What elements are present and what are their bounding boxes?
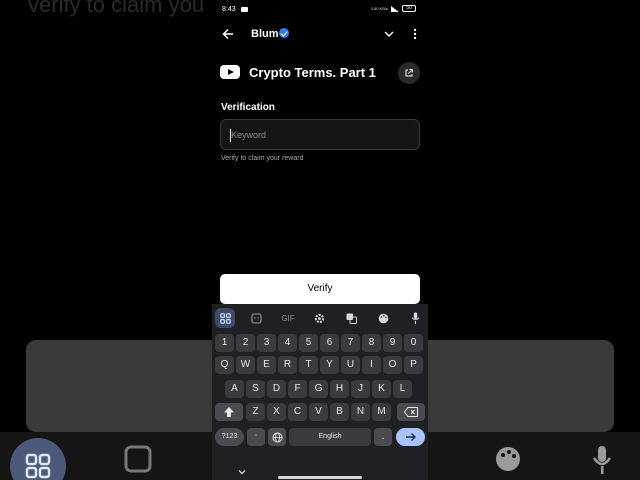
translate-icon[interactable] <box>341 308 361 328</box>
mic-icon[interactable] <box>405 308 425 328</box>
space-key[interactable]: English <box>289 428 371 446</box>
key-r[interactable]: R <box>278 356 297 374</box>
symbols-key[interactable]: ?123 <box>215 428 244 446</box>
verification-label: Verification <box>221 102 275 113</box>
key-a[interactable]: A <box>225 380 244 398</box>
key-o[interactable]: O <box>383 356 402 374</box>
background-palette-icon <box>480 438 536 480</box>
key-0[interactable]: 0 <box>404 334 423 352</box>
key-c[interactable]: C <box>288 403 307 421</box>
arrow-right-icon <box>405 433 416 441</box>
key-b[interactable]: B <box>330 403 349 421</box>
open-link-button[interactable] <box>398 62 420 84</box>
battery-icon: 50 <box>402 5 416 12</box>
key-k[interactable]: K <box>372 380 391 398</box>
key-l[interactable]: L <box>393 380 412 398</box>
key-e[interactable]: E <box>257 356 276 374</box>
key-q[interactable]: Q <box>215 356 234 374</box>
sticker-icon[interactable] <box>246 308 266 328</box>
home-indicator[interactable] <box>278 476 362 479</box>
key-n[interactable]: N <box>351 403 370 421</box>
key-2[interactable]: 2 <box>236 334 255 352</box>
chevron-down-icon[interactable] <box>383 27 395 39</box>
gif-button[interactable]: GIF <box>278 308 298 328</box>
middle-letter-row: A S D F G H J K L <box>212 380 428 398</box>
key-p[interactable]: P <box>404 356 423 374</box>
key-s[interactable]: S <box>246 380 265 398</box>
task-title-row: Crypto Terms. Part 1 <box>220 62 420 84</box>
video-frame: verify to claim you 8:43 3.80 KB/s 50 Bl… <box>0 0 640 480</box>
phone-screen: 8:43 3.80 KB/s 50 Blum Crypto Terms. Par… <box>212 0 428 480</box>
globe-icon <box>272 432 282 443</box>
key-4[interactable]: 4 <box>278 334 297 352</box>
key-1[interactable]: 1 <box>215 334 234 352</box>
function-row: ?123 , English . <box>212 428 428 446</box>
camera-icon <box>241 7 248 12</box>
keyboard-toolbar: GIF <box>212 308 428 328</box>
key-f[interactable]: F <box>288 380 307 398</box>
background-echo-text: verify to claim you <box>28 0 205 17</box>
external-link-icon <box>405 69 413 77</box>
bottom-letter-row: Z X C V B N M <box>212 403 428 421</box>
hide-keyboard-chevron-icon[interactable] <box>237 464 247 475</box>
apps-icon[interactable] <box>215 308 235 328</box>
more-options-icon[interactable] <box>409 27 421 41</box>
key-j[interactable]: J <box>351 380 370 398</box>
keyword-field[interactable] <box>220 119 420 150</box>
signal-icon <box>391 5 399 12</box>
key-d[interactable]: D <box>267 380 286 398</box>
verification-hint: Verify to claim your reward <box>221 155 304 162</box>
key-g[interactable]: G <box>309 380 328 398</box>
shift-icon <box>224 407 234 417</box>
key-m[interactable]: M <box>372 403 391 421</box>
background-mic-icon <box>574 438 630 480</box>
app-name: Blum <box>251 28 279 40</box>
palette-icon[interactable] <box>373 308 393 328</box>
network-speed: 3.80 KB/s <box>370 5 388 11</box>
number-row: 1 2 3 4 5 6 7 8 9 0 <box>212 334 428 352</box>
verify-button[interactable]: Verify <box>220 274 420 304</box>
enter-key[interactable] <box>396 428 425 446</box>
language-key[interactable] <box>268 428 286 446</box>
verified-badge-icon <box>279 28 289 38</box>
shift-key[interactable] <box>215 403 243 421</box>
status-time: 8:43 <box>222 6 236 13</box>
key-z[interactable]: Z <box>246 403 265 421</box>
top-letter-row: Q W E R T Y U I O P <box>212 356 428 374</box>
text-caret <box>230 129 231 142</box>
background-sticker-icon <box>110 438 166 480</box>
back-arrow-icon[interactable] <box>220 26 236 42</box>
key-i[interactable]: I <box>362 356 381 374</box>
key-5[interactable]: 5 <box>299 334 318 352</box>
key-8[interactable]: 8 <box>362 334 381 352</box>
key-7[interactable]: 7 <box>341 334 360 352</box>
status-bar: 8:43 3.80 KB/s 50 <box>212 0 428 20</box>
emoji-comma-key[interactable]: , <box>247 428 265 446</box>
period-key[interactable]: . <box>374 428 392 446</box>
status-right: 3.80 KB/s 50 <box>371 5 416 12</box>
backspace-key[interactable] <box>397 403 425 421</box>
settings-icon[interactable] <box>309 308 329 328</box>
key-3[interactable]: 3 <box>257 334 276 352</box>
task-title: Crypto Terms. Part 1 <box>249 65 376 80</box>
key-t[interactable]: T <box>299 356 318 374</box>
youtube-icon <box>220 65 240 79</box>
key-x[interactable]: X <box>267 403 286 421</box>
key-v[interactable]: V <box>309 403 328 421</box>
backspace-icon <box>403 407 418 417</box>
key-w[interactable]: W <box>236 356 255 374</box>
key-h[interactable]: H <box>330 380 349 398</box>
keyword-input[interactable] <box>221 120 419 149</box>
keyboard: GIF 1 2 3 4 5 6 7 8 9 0 Q W E R T Y U I … <box>212 304 428 480</box>
key-y[interactable]: Y <box>320 356 339 374</box>
key-u[interactable]: U <box>341 356 360 374</box>
key-6[interactable]: 6 <box>320 334 339 352</box>
app-header: Blum <box>212 22 428 46</box>
key-9[interactable]: 9 <box>383 334 402 352</box>
